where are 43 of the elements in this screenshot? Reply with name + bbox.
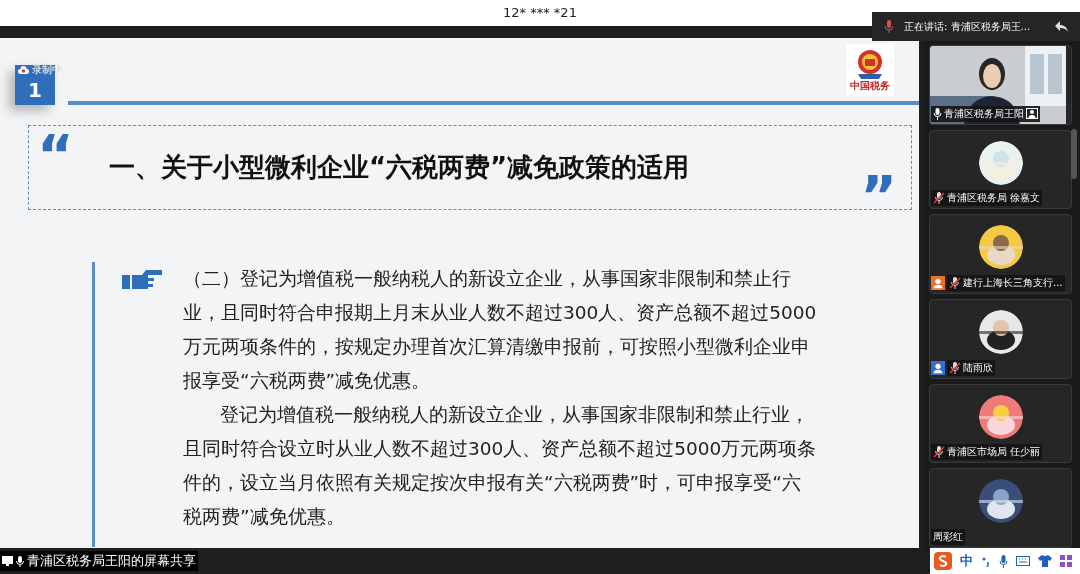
- participant-name: 周彩红: [933, 530, 963, 545]
- participant-tile[interactable]: 青浦区税务局王阳: [929, 45, 1072, 125]
- close-quote: ”: [860, 162, 897, 230]
- participant-name: 建行上海长三角支行...: [963, 276, 1063, 290]
- participant-tile[interactable]: 青浦区税务局 徐嘉文: [929, 129, 1072, 210]
- microphone-icon[interactable]: [933, 107, 942, 120]
- participant-tile[interactable]: 建行上海长三角支行...: [929, 214, 1072, 294]
- speaking-text: 正在讲话: 青浦区税务局王...: [904, 20, 1031, 34]
- body-paragraph: （二）登记为增值税一般纳税人的新设立企业，从事国家非限制和禁止行业，且同时符合申报期上月末从业人数不超过300人、资产总额不超过5000万元两项条件的，按规定办理首次汇算清缴申报前，可按照小型微利企业申报享受“六税两费”减免优惠。: [183, 267, 817, 393]
- share-text: 青浦区税务局王阳的屏幕共享: [27, 552, 196, 571]
- sogou-logo-icon[interactable]: [934, 552, 952, 570]
- participant-name: 青浦区税务局 徐嘉文: [947, 191, 1041, 206]
- screen-icon: [2, 556, 13, 566]
- muted-microphone-icon[interactable]: [949, 277, 961, 289]
- participant-name: 青浦区市场局 任少丽: [947, 445, 1041, 460]
- emblem-icon: [855, 48, 885, 80]
- open-quote: “: [37, 121, 74, 189]
- logo-text: 中国税务: [850, 80, 890, 92]
- window-title: 12* *** *21: [503, 4, 577, 23]
- scrollbar[interactable]: [1071, 129, 1077, 179]
- muted-microphone-icon[interactable]: [933, 192, 945, 205]
- back-arrow-icon[interactable]: [1055, 21, 1068, 32]
- pointing-hand-icon: [122, 269, 164, 291]
- keyboard-icon[interactable]: [1016, 556, 1030, 566]
- input-mode[interactable]: 中: [960, 551, 973, 571]
- microphone-icon[interactable]: [999, 554, 1008, 568]
- punctuation-icon[interactable]: [981, 555, 991, 567]
- participant-tile[interactable]: 青浦区市场局 任少丽: [929, 383, 1072, 464]
- slide-title: 一、关于小型微利企业“六税两费”减免政策的适用: [109, 151, 690, 184]
- grid-icon[interactable]: [1060, 555, 1072, 567]
- microphone-icon: [16, 555, 24, 567]
- muted-microphone-icon[interactable]: [949, 361, 961, 374]
- people-icon[interactable]: [1026, 108, 1038, 120]
- participant-tile[interactable]: 陆雨欣: [929, 299, 1072, 379]
- shirt-icon[interactable]: [1038, 555, 1052, 567]
- body-paragraph: 登记为增值税一般纳税人的新设立企业，从事国家非限制和禁止行业，且同时符合设立时从业人数不超过300人、资产总额不超过5000万元两项条件的，设立当月依照有关规定按次申报有关“六税两费”时，可申报享受“六税两费”减免优惠。: [183, 403, 817, 529]
- participant-name: 陆雨欣: [963, 360, 993, 375]
- cloud-icon: [18, 65, 29, 74]
- slide-number: 1: [28, 77, 42, 103]
- muted-microphone-icon[interactable]: [933, 446, 945, 459]
- participant-name: 青浦区税务局王阳: [944, 106, 1024, 121]
- microphone-icon: [884, 20, 894, 33]
- participant-tile[interactable]: 周彩红: [929, 468, 1072, 549]
